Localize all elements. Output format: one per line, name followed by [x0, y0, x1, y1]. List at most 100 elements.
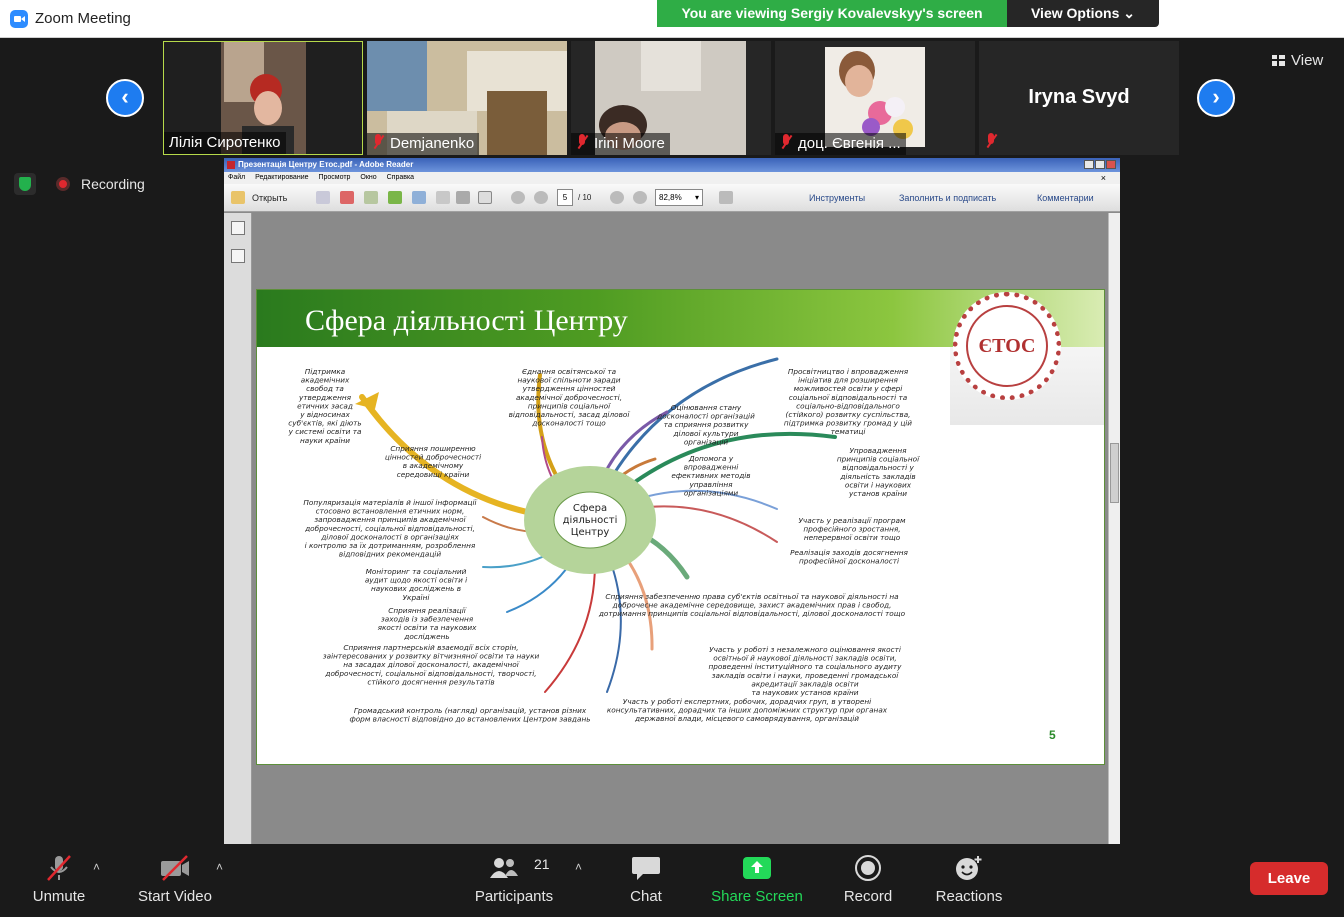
view-button-label: View [1291, 52, 1324, 69]
participant-tile[interactable]: Iryna Svyd [979, 41, 1179, 155]
menu-help[interactable]: Справка [387, 174, 414, 181]
view-button[interactable]: View [1262, 48, 1334, 74]
mind-map-node-text: державної влади, місцевого самоврядуванн… [634, 714, 859, 723]
shared-screen[interactable]: Презентація Центру Етос.pdf - Adobe Read… [224, 158, 1120, 844]
share-screen-button[interactable]: Share Screen [708, 848, 806, 917]
view-options-button[interactable]: View Options ⌄ [1007, 0, 1159, 27]
fullscreen-icon[interactable] [719, 191, 733, 204]
start-video-button[interactable]: Start Video [130, 848, 220, 917]
email-icon[interactable] [478, 191, 492, 204]
participant-tile[interactable]: Лілія Сиротенко [163, 41, 363, 155]
slide-page-number: 5 [1049, 728, 1056, 742]
participant-tile[interactable]: Irini Moore [571, 41, 771, 155]
create-pdf-icon[interactable] [316, 191, 330, 204]
reader-title-bar: Презентація Центру Етос.pdf - Adobe Read… [224, 158, 1120, 172]
video-options-caret[interactable]: ˄ [216, 860, 223, 874]
reader-nav-panel [224, 213, 252, 844]
reader-scrollbar[interactable] [1108, 213, 1120, 844]
participant-name-label: Irini Moore [571, 133, 670, 155]
recording-indicator[interactable]: Recording [56, 173, 145, 195]
edit-icon[interactable] [364, 191, 378, 204]
record-button[interactable]: Record [832, 848, 904, 917]
comments-tab[interactable]: Комментарии [1037, 193, 1094, 203]
save-icon[interactable] [436, 191, 450, 204]
zoom-in-icon[interactable] [633, 191, 647, 204]
mic-muted-icon [372, 134, 384, 150]
page-thumbnails-icon[interactable] [231, 221, 245, 235]
center-node-label: Сфера [573, 503, 607, 514]
mind-map-node-text: та наукових установ країни [751, 688, 858, 697]
minimize-icon[interactable] [1084, 160, 1094, 169]
participant-name-label: Demjanenko [367, 133, 480, 155]
window-title: Zoom Meeting [35, 10, 131, 27]
meeting-toolbar: Unmute ˄ Start Video ˄ 21 Participants ˄… [0, 848, 1344, 917]
mind-map-arrowhead [355, 392, 379, 409]
gallery-prev-button[interactable]: ‹ [106, 79, 144, 117]
document-close-icon[interactable]: × [1101, 172, 1106, 184]
mic-muted-icon [47, 855, 71, 881]
scroll-thumb[interactable] [1110, 443, 1119, 503]
menu-file[interactable]: Файл [228, 174, 245, 181]
mind-map: СферадіяльностіЦентруПідтримкаакадемічни… [288, 357, 920, 724]
page-number-input[interactable]: 5 [557, 189, 573, 206]
print-icon[interactable] [456, 191, 470, 204]
upload-icon[interactable] [412, 191, 426, 204]
recording-label: Recording [81, 176, 145, 192]
menu-edit[interactable]: Редактирование [255, 174, 308, 181]
viewing-screen-banner: You are viewing Sergiy Kovalevskyy's scr… [657, 0, 1007, 27]
restore-icon[interactable] [1095, 160, 1105, 169]
mind-map-node-text: організацій [684, 437, 729, 446]
chat-icon [632, 857, 660, 880]
participant-tile[interactable]: Demjanenko [367, 41, 567, 155]
mind-map-node-text: Україні [403, 593, 430, 602]
mind-map-node-text: форм власності відповідно до встановлени… [349, 715, 590, 724]
open-folder-icon[interactable] [231, 191, 245, 204]
page-up-icon[interactable] [511, 191, 525, 204]
share-icon[interactable] [388, 191, 402, 204]
mind-map-node-text: тематиці [831, 427, 866, 436]
reactions-button[interactable]: Reactions [930, 848, 1008, 917]
leave-button[interactable]: Leave [1250, 862, 1328, 895]
pdf-tools-icon[interactable] [340, 191, 354, 204]
security-shield-icon[interactable] [14, 173, 36, 195]
start-video-label: Start Video [138, 888, 212, 905]
fill-sign-tab[interactable]: Заполнить и подписать [899, 193, 996, 203]
participant-name: доц. Євгенія ... [798, 135, 901, 152]
audio-options-caret[interactable]: ˄ [93, 860, 100, 874]
participants-options-caret[interactable]: ˄ [575, 860, 582, 874]
menu-view[interactable]: Просмотр [318, 174, 350, 181]
participant-name: Лілія Сиротенко [164, 132, 286, 154]
zoom-logo-icon [10, 10, 28, 28]
zoom-select[interactable]: 82,8% ▾ [655, 189, 703, 206]
unmute-button[interactable]: Unmute [18, 848, 100, 917]
reader-toolbar: Открыть 5 / 10 82,8% ▾ Инструменты Заполн… [224, 184, 1120, 212]
participant-tile[interactable]: доц. Євгенія ... [775, 41, 975, 155]
mind-map-node-text: дотримання принципів соціальної відповід… [598, 609, 906, 618]
reactions-label: Reactions [935, 888, 1003, 905]
open-button[interactable]: Открыть [252, 193, 287, 203]
mind-map-node-text: організаціями [684, 488, 738, 497]
page-down-icon[interactable] [534, 191, 548, 204]
mind-map-node-text: професійної досконалості [799, 557, 899, 566]
menu-window[interactable]: Окно [360, 174, 376, 181]
record-label: Record [843, 888, 893, 905]
share-screen-label: Share Screen [711, 888, 803, 905]
close-icon[interactable] [1106, 160, 1116, 169]
participant-name: Irini Moore [594, 135, 665, 152]
reader-menu-bar: Файл Редактирование Просмотр Окно Справк… [224, 172, 1120, 184]
mic-muted-icon [780, 134, 792, 150]
gallery-next-button[interactable]: › [1197, 79, 1235, 117]
tools-tab[interactable]: Инструменты [809, 193, 865, 203]
chat-button[interactable]: Chat [610, 848, 682, 917]
zoom-out-icon[interactable] [610, 191, 624, 204]
participant-name-label: доц. Євгенія ... [775, 133, 906, 155]
pdf-app-icon [227, 161, 235, 169]
participants-button[interactable]: 21 Participants [470, 848, 558, 917]
chat-label: Chat [630, 888, 662, 905]
grid-view-icon [1272, 55, 1285, 66]
dropdown-arrow-icon: ▾ [694, 193, 699, 202]
attachments-icon[interactable] [231, 249, 245, 263]
video-off-icon [161, 855, 189, 881]
mind-map-node-text: середовищі країни [397, 470, 470, 479]
zoom-value: 82,8% [659, 193, 682, 202]
